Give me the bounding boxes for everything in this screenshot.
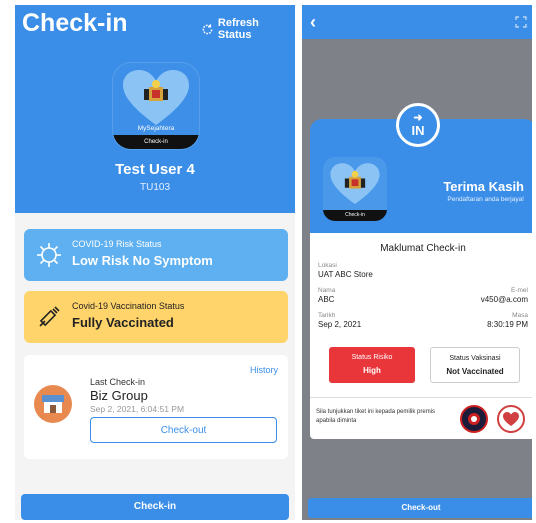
location-label: Lokasi [318, 262, 337, 269]
checkout-button[interactable]: Check-out [90, 417, 277, 443]
app-icon-bar-label: Check-in [323, 210, 387, 221]
store-icon [34, 385, 72, 423]
date-value: Sep 2, 2021 [318, 320, 362, 329]
registration-success-text: Pendaftaran anda berjaya! [447, 196, 524, 203]
vaccination-status-value: Fully Vaccinated [72, 315, 174, 330]
mysejahtera-app-icon: MySejahtera Check-in [113, 63, 199, 149]
health-ministry-logo-icon [497, 405, 525, 433]
vaccination-status-label: Covid-19 Vaccination Status [72, 301, 185, 311]
location-value: UAT ABC Store [318, 270, 373, 279]
top-bar [302, 5, 532, 39]
email-label: E-mel [511, 287, 528, 294]
app-icon-bar-label: Check-in [113, 135, 199, 149]
email-value: v450@a.com [480, 295, 528, 304]
time-label: Masa [512, 312, 528, 319]
risk-pill-value: High [363, 366, 381, 375]
checkin-screen: Check-in Refresh Status MySejahtera Chec… [15, 5, 295, 520]
risk-status-value: Low Risk No Symptom [72, 253, 213, 268]
checkin-ticket-screen: ‹ ➜ IN Check-in Terima Kasih Pendaftaran… [302, 5, 532, 520]
page-title: Check-in [22, 9, 128, 37]
user-id: TU103 [139, 182, 170, 193]
history-link[interactable]: History [250, 365, 278, 375]
last-checkin-card: History Last Check-in Biz Group Sep 2, 2… [24, 355, 288, 459]
refresh-icon [202, 23, 213, 34]
risk-status-card[interactable]: COVID-19 Risk Status Low Risk No Symptom [24, 229, 288, 281]
refresh-status-label: Refresh Status [217, 17, 259, 41]
risk-status-pill: Status Risiko High [329, 347, 415, 383]
risk-status-label: COVID-19 Risk Status [72, 239, 162, 249]
last-checkin-label: Last Check-in [90, 377, 146, 387]
expand-icon[interactable] [515, 16, 527, 28]
coat-of-arms-icon [144, 80, 168, 101]
back-arrow-icon[interactable]: ‹ [310, 12, 316, 33]
vaccination-status-pill: Status Vaksinasi Not Vaccinated [430, 347, 520, 383]
user-name: Test User 4 [115, 161, 195, 178]
app-brand-label: MySejahtera [137, 125, 175, 132]
in-label: IN [411, 123, 425, 138]
name-value: ABC [318, 295, 335, 304]
show-ticket-notice: Sila tunjukkan tiket ini kepada pemilik … [316, 409, 436, 424]
profile-header: Check-in Refresh Status MySejahtera Chec… [15, 5, 295, 213]
checkout-button[interactable]: Check-out [308, 498, 532, 518]
agency-logo-icon [460, 405, 488, 433]
divider [310, 397, 532, 398]
vaccination-pill-value: Not Vaccinated [446, 367, 504, 376]
checkin-in-badge: ➜ IN [396, 103, 440, 147]
date-label: Tarikh [318, 312, 336, 319]
virus-icon [37, 243, 61, 267]
coat-of-arms-icon [344, 170, 366, 189]
vaccination-status-card[interactable]: Covid-19 Vaccination Status Fully Vaccin… [24, 291, 288, 343]
vaccination-pill-label: Status Vaksinasi [449, 355, 501, 362]
refresh-status-button[interactable]: Refresh Status [201, 17, 295, 41]
last-checkin-place: Biz Group [90, 388, 148, 403]
last-checkin-date: Sep 2, 2021, 6:04:51 PM [90, 404, 185, 414]
checkin-info-title: Maklumat Check-in [380, 243, 466, 254]
time-value: 8:30:19 PM [487, 320, 528, 329]
risk-pill-label: Status Risiko [351, 354, 393, 361]
thank-you-title: Terima Kasih [443, 179, 524, 194]
mysejahtera-app-icon-small: Check-in [323, 157, 387, 221]
syringe-icon [39, 306, 60, 327]
checkin-button[interactable]: Check-in [21, 494, 289, 520]
name-label: Nama [318, 287, 336, 294]
